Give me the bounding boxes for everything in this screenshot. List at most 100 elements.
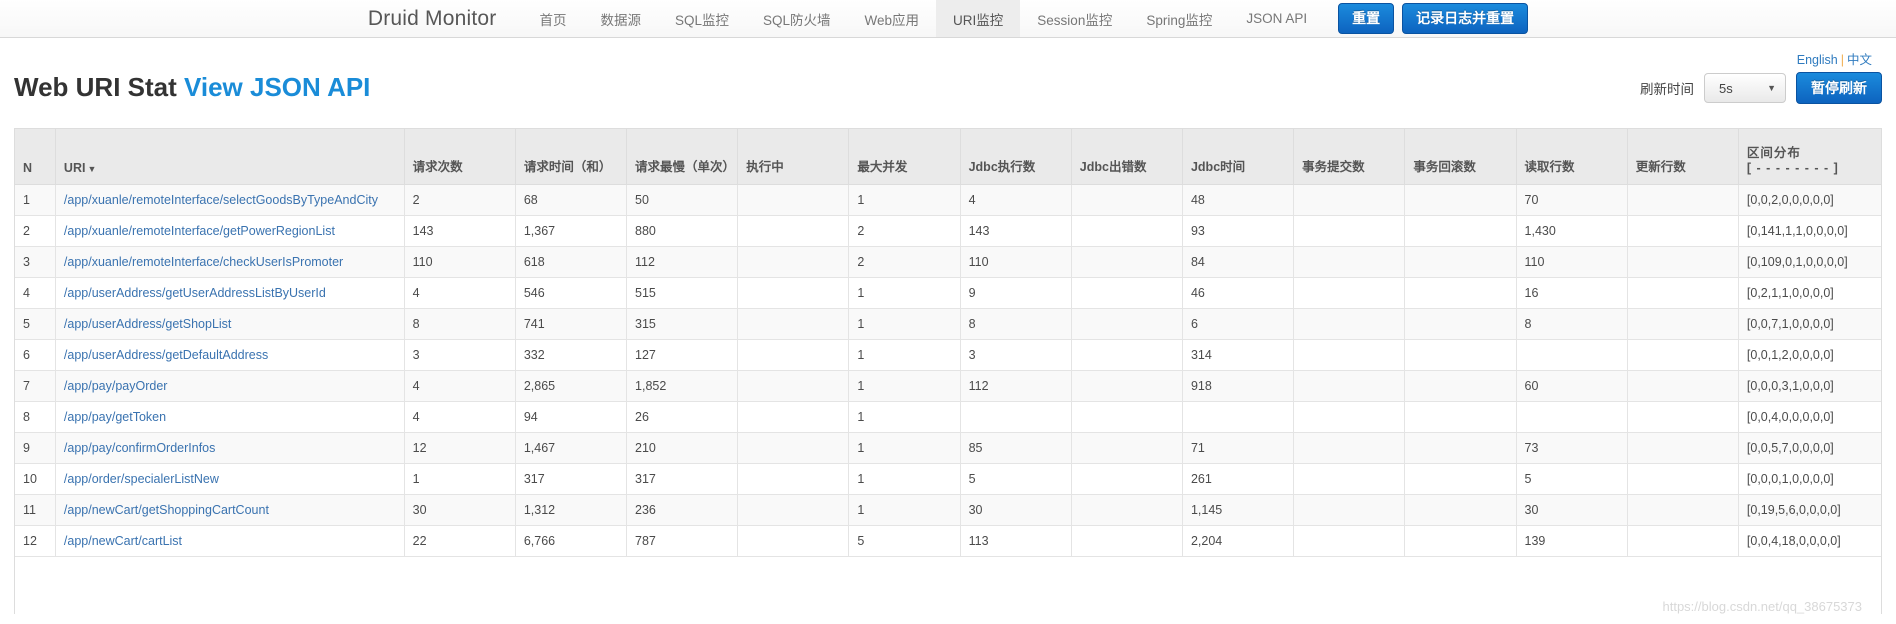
cell-jdbc-time: 918 xyxy=(1182,370,1295,402)
col-header-request-slowest[interactable]: 请求最慢（单次） xyxy=(626,129,739,185)
nav-item-session-monitor[interactable]: Session监控 xyxy=(1020,0,1129,37)
cell-histogram: [0,0,0,3,1,0,0,0] xyxy=(1738,370,1881,402)
cell-request-time-sum: 741 xyxy=(515,308,628,340)
col-header-uri[interactable]: URI ▼ xyxy=(55,129,405,185)
cell-request-slowest: 112 xyxy=(626,246,739,278)
nav-item-datasource[interactable]: 数据源 xyxy=(584,0,659,37)
cell-request-count: 22 xyxy=(404,525,516,557)
cell-update-rows xyxy=(1627,184,1739,216)
table-row: 12/app/newCart/cartList 22 6,766 787 5 113 2,2… xyxy=(15,525,1881,557)
uri-link[interactable]: /app/pay/getToken xyxy=(64,410,166,424)
cell-histogram: [0,0,4,18,0,0,0,0] xyxy=(1738,525,1881,557)
uri-link[interactable]: /app/pay/payOrder xyxy=(64,379,168,393)
cell-uri: /app/newCart/cartList xyxy=(55,525,405,557)
uri-link[interactable]: /app/xuanle/remoteInterface/selectGoodsB… xyxy=(64,193,378,207)
col-header-histogram[interactable]: 区间分布 [ - - - - - - - - ] xyxy=(1738,129,1881,185)
col-header-request-time-sum[interactable]: 请求时间（和） xyxy=(515,129,628,185)
reset-button[interactable]: 重置 xyxy=(1338,3,1395,34)
uri-link[interactable]: /app/xuanle/remoteInterface/getPowerRegi… xyxy=(64,224,335,238)
cell-request-count: 4 xyxy=(404,370,516,402)
col-header-n[interactable]: N xyxy=(15,129,56,185)
refresh-interval-value: 5s xyxy=(1719,80,1733,96)
col-header-request-count[interactable]: 请求次数 xyxy=(404,129,516,185)
cell-histogram: [0,0,2,0,0,0,0,0] xyxy=(1738,184,1881,216)
cell-running xyxy=(737,215,850,247)
uri-stat-table-container[interactable]: N URI ▼ 请求次数 请求时间（和） 请求最慢（单次） 执行中 最大并发 Jd… xyxy=(14,128,1882,614)
col-header-tx-rollback-count[interactable]: 事务回滚数 xyxy=(1404,129,1517,185)
cell-request-count: 30 xyxy=(404,494,516,526)
cell-jdbc-time: 93 xyxy=(1182,215,1295,247)
table-row: 3/app/xuanle/remoteInterface/checkUserIs… xyxy=(15,246,1881,278)
nav-item-web-app[interactable]: Web应用 xyxy=(848,0,937,37)
uri-stat-table: N URI ▼ 请求次数 请求时间（和） 请求最慢（单次） 执行中 最大并发 Jd… xyxy=(15,129,1881,557)
cell-read-rows: 73 xyxy=(1516,432,1628,464)
nav-item-spring-monitor[interactable]: Spring监控 xyxy=(1129,0,1229,37)
cell-read-rows: 60 xyxy=(1516,370,1628,402)
cell-histogram: [0,0,5,7,0,0,0,0] xyxy=(1738,432,1881,464)
col-header-jdbc-error-count[interactable]: Jdbc出错数 xyxy=(1071,129,1183,185)
cell-tx-commit-count xyxy=(1293,308,1406,340)
uri-link[interactable]: /app/newCart/cartList xyxy=(64,534,182,548)
uri-link[interactable]: /app/userAddress/getDefaultAddress xyxy=(64,348,268,362)
col-header-tx-commit-count[interactable]: 事务提交数 xyxy=(1293,129,1406,185)
col-header-jdbc-exec-count[interactable]: Jdbc执行数 xyxy=(960,129,1072,185)
cell-running xyxy=(737,494,850,526)
table-row: 7/app/pay/payOrder 4 2,865 1,852 1 112 918 60 [0… xyxy=(15,370,1881,402)
cell-request-count: 3 xyxy=(404,339,516,371)
cell-jdbc-error-count xyxy=(1071,463,1183,495)
table-row: 4/app/userAddress/getUserAddressListByUs… xyxy=(15,277,1881,309)
cell-tx-rollback-count xyxy=(1404,494,1517,526)
col-header-read-rows[interactable]: 读取行数 xyxy=(1516,129,1628,185)
cell-jdbc-time: 6 xyxy=(1182,308,1295,340)
cell-running xyxy=(737,370,850,402)
cell-update-rows xyxy=(1627,432,1739,464)
cell-request-slowest: 127 xyxy=(626,339,739,371)
cell-jdbc-time: 314 xyxy=(1182,339,1295,371)
cell-jdbc-error-count xyxy=(1071,339,1183,371)
cell-max-concurrent: 1 xyxy=(848,463,961,495)
uri-link[interactable]: /app/userAddress/getUserAddressListByUse… xyxy=(64,286,326,300)
cell-request-count: 143 xyxy=(404,215,516,247)
cell-tx-commit-count xyxy=(1293,463,1406,495)
nav-item-sql-firewall[interactable]: SQL防火墙 xyxy=(746,0,848,37)
cell-jdbc-exec-count: 3 xyxy=(960,339,1072,371)
log-and-reset-button[interactable]: 记录日志并重置 xyxy=(1402,3,1529,34)
nav-item-uri-monitor[interactable]: URI监控 xyxy=(936,0,1021,37)
col-header-running[interactable]: 执行中 xyxy=(737,129,850,185)
col-header-update-rows[interactable]: 更新行数 xyxy=(1627,129,1739,185)
cell-tx-rollback-count xyxy=(1404,184,1517,216)
cell-request-time-sum: 68 xyxy=(515,184,628,216)
uri-link[interactable]: /app/newCart/getShoppingCartCount xyxy=(64,503,269,517)
uri-link[interactable]: /app/userAddress/getShopList xyxy=(64,317,231,331)
pause-refresh-button[interactable]: 暂停刷新 xyxy=(1796,72,1882,105)
cell-uri: /app/newCart/getShoppingCartCount xyxy=(55,494,405,526)
cell-read-rows: 8 xyxy=(1516,308,1628,340)
col-header-max-concurrent[interactable]: 最大并发 xyxy=(848,129,961,185)
cell-read-rows: 70 xyxy=(1516,184,1628,216)
cell-read-rows: 110 xyxy=(1516,246,1628,278)
cell-jdbc-exec-count: 30 xyxy=(960,494,1072,526)
nav-item-sql-monitor[interactable]: SQL监控 xyxy=(658,0,746,37)
refresh-interval-select[interactable]: 5s ▼ xyxy=(1704,73,1786,104)
cell-update-rows xyxy=(1627,308,1739,340)
uri-link[interactable]: /app/pay/confirmOrderInfos xyxy=(64,441,215,455)
cell-read-rows: 1,430 xyxy=(1516,215,1628,247)
navbar-inner: Druid Monitor 首页 数据源 SQL监控 SQL防火墙 Web应用 … xyxy=(368,0,1529,37)
cell-tx-commit-count xyxy=(1293,184,1406,216)
cell-tx-commit-count xyxy=(1293,401,1406,433)
cell-request-slowest: 1,852 xyxy=(626,370,739,402)
uri-link[interactable]: /app/xuanle/remoteInterface/checkUserIsP… xyxy=(64,255,343,269)
nav-item-home[interactable]: 首页 xyxy=(523,0,584,37)
cell-request-time-sum: 6,766 xyxy=(515,525,628,557)
col-header-jdbc-time[interactable]: Jdbc时间 xyxy=(1182,129,1295,185)
cell-request-time-sum: 1,467 xyxy=(515,432,628,464)
nav-item-json-api[interactable]: JSON API xyxy=(1229,0,1324,37)
cell-read-rows: 139 xyxy=(1516,525,1628,557)
cell-tx-rollback-count xyxy=(1404,308,1517,340)
cell-request-count: 110 xyxy=(404,246,516,278)
col-header-histogram-label: 区间分布 xyxy=(1746,145,1801,160)
uri-link[interactable]: /app/order/specialerListNew xyxy=(64,472,219,486)
view-json-api-link[interactable]: View JSON API xyxy=(184,72,370,102)
table-row: 1/app/xuanle/remoteInterface/selectGoods… xyxy=(15,184,1881,216)
page-title: Web URI Stat View JSON API xyxy=(14,72,370,103)
